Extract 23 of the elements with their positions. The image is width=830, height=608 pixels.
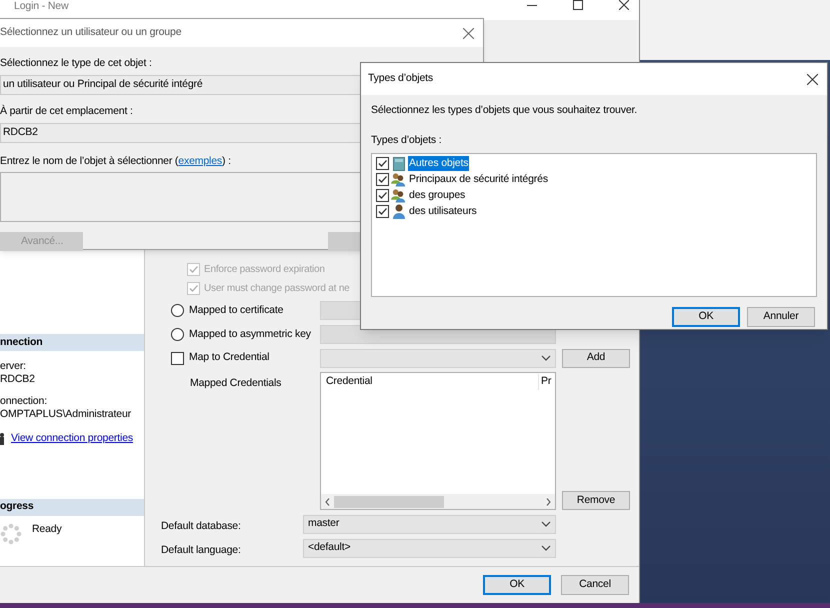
radio-label: Mapped to certificate	[189, 302, 284, 318]
connection-user: OMPTAPLUS\Administrateur	[0, 408, 131, 421]
dialog-title: Sélectionnez un utilisateur ou un groupe	[0, 25, 182, 40]
field-label: Sélectionnez le type de cet objet :	[0, 56, 152, 71]
field-label: À partir de cet emplacement :	[0, 104, 133, 119]
field-label: Entrez le nom de l’objet à sélectionner (exemples) :	[0, 154, 231, 169]
radio-label: Mapped to asymmetric key	[189, 326, 311, 342]
default-label: Default database:	[161, 520, 241, 532]
option-label: User must change password at ne	[204, 282, 350, 296]
list-label: Types d’objets :	[371, 132, 442, 148]
checkbox-label: Map to Credential	[189, 350, 270, 366]
section-header: nnection	[0, 334, 144, 351]
server-name: RDCB2	[0, 373, 35, 386]
prompt-text: Sélectionnez les types d’objets que vous souhaitez trouver.	[371, 103, 638, 118]
server-label: erver:	[0, 360, 26, 373]
default-label: Default language:	[161, 544, 241, 556]
mapped-credentials-label: Mapped Credentials	[190, 377, 282, 389]
option-label: Enforce password expiration	[204, 263, 325, 277]
status-text: Ready	[32, 522, 62, 537]
window-title: Login - New	[14, 0, 68, 12]
section-header: ogress	[0, 498, 144, 516]
connection-label: onnection:	[0, 395, 47, 408]
dialog-title: Types d’objets	[368, 71, 434, 86]
